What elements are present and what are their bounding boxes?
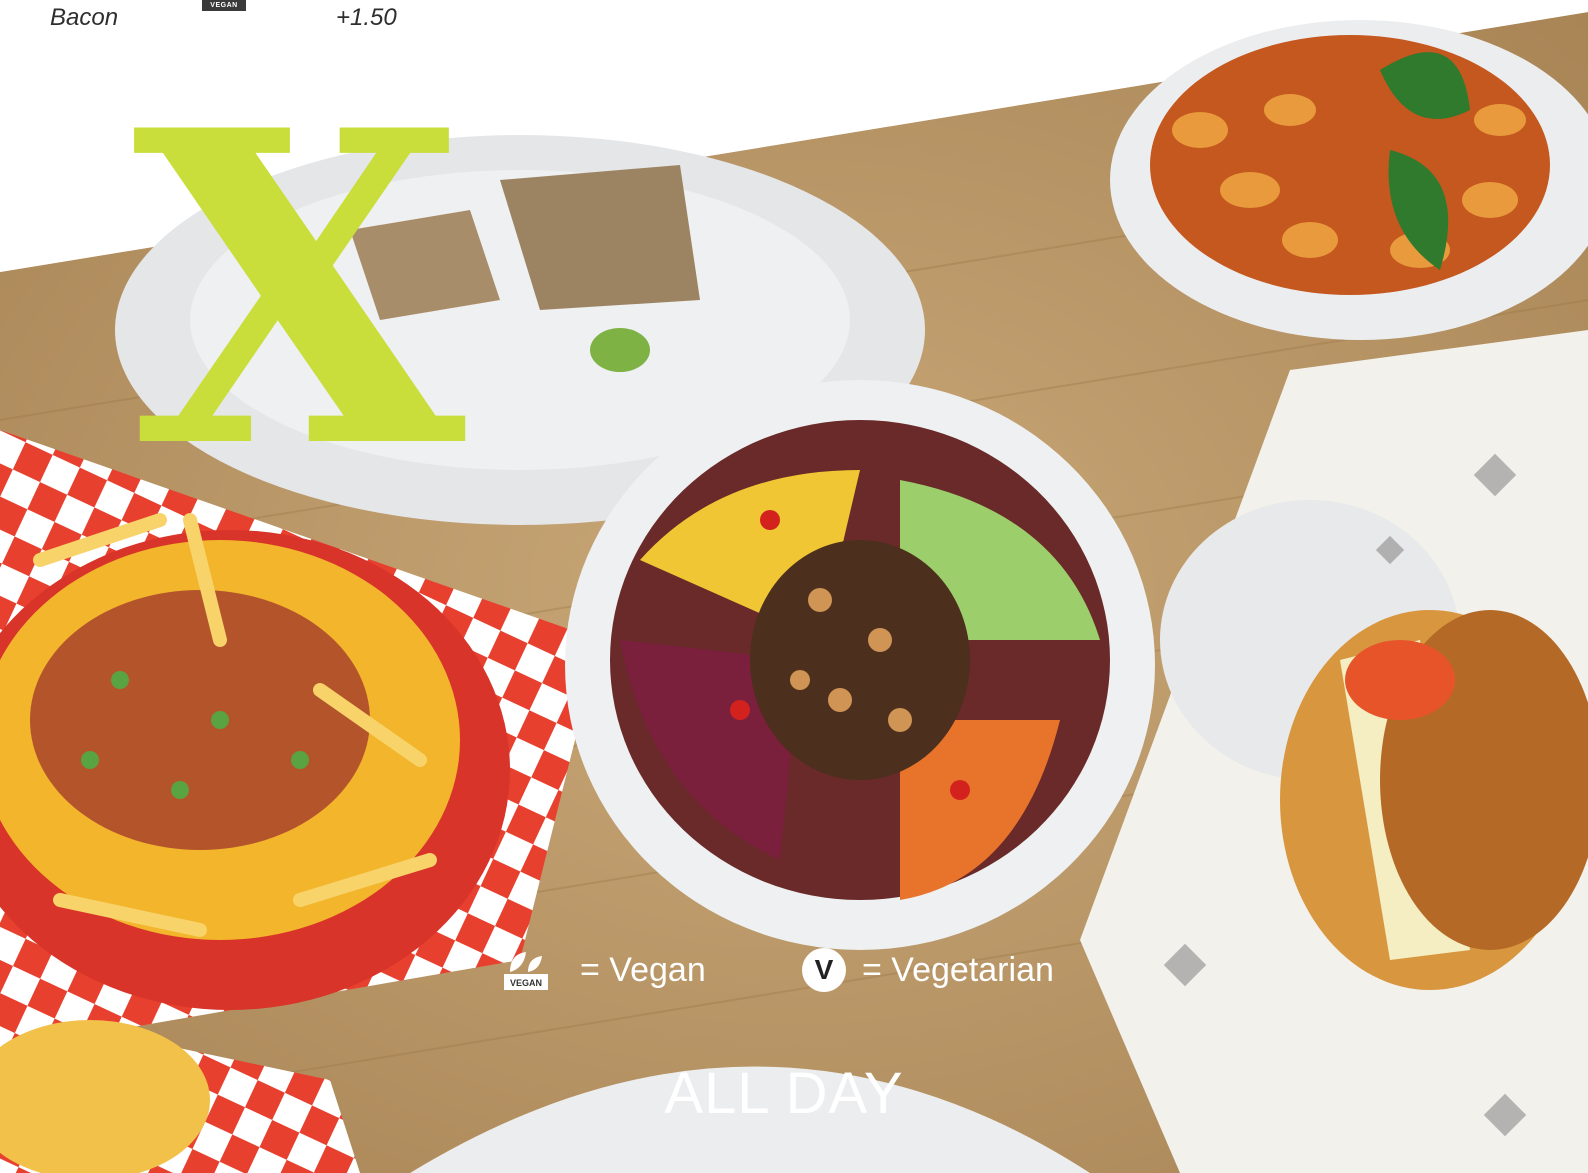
vegan-badge-icon: VEGAN [202,0,246,11]
vegan-badge-text: VEGAN [510,978,542,988]
vegan-leaf-icon: VEGAN [504,952,548,990]
menu-item-price: +1.50 [336,4,397,31]
brand-logo: X [132,38,466,543]
legend-vegetarian-text: = Vegetarian [862,950,1054,989]
legend-vegan: VEGAN = Vegan [504,948,706,992]
vegetarian-v-icon: V [802,948,846,992]
section-title: ALL DAY [664,1061,904,1126]
menu-item-name: Bacon [50,4,119,31]
legend-vegan-text: = Vegan [580,950,706,989]
legend-vegetarian: V = Vegetarian [802,948,1054,992]
